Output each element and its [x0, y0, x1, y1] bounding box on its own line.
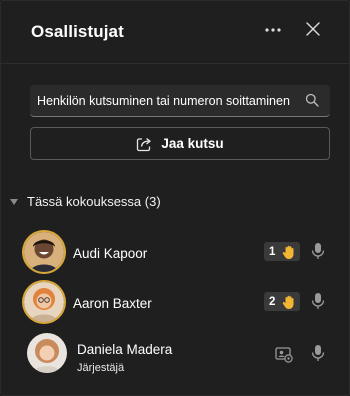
avatar [27, 333, 67, 373]
raised-hand-icon [282, 295, 294, 309]
avatar [24, 232, 64, 272]
microphone-button[interactable] [311, 242, 325, 260]
participant-name: Daniela Madera [77, 342, 173, 357]
more-options-icon [265, 28, 281, 32]
in-meeting-section-header[interactable]: Tässä kokouksessa (3) [9, 194, 161, 209]
hand-order: 1 [269, 245, 276, 258]
participant-row[interactable]: Audi Kapoor 1 [1, 228, 350, 278]
chevron-down-icon [10, 198, 18, 205]
panel-header: Osallistujat [1, 1, 349, 63]
organizer-badge-icon [275, 345, 293, 363]
participant-row[interactable]: Aaron Baxter 2 [1, 278, 350, 328]
share-icon [137, 137, 152, 151]
header-divider [1, 63, 349, 64]
microphone-button[interactable] [311, 344, 325, 362]
invite-search-input[interactable] [37, 85, 299, 116]
share-invite-button[interactable]: Jaa kutsu [30, 127, 330, 160]
invite-search-box[interactable] [30, 85, 330, 117]
raised-hand-badge: 2 [264, 292, 300, 311]
more-options-button[interactable] [259, 17, 287, 43]
microphone-icon [311, 243, 325, 259]
microphone-button[interactable] [311, 292, 325, 310]
search-icon [305, 93, 321, 109]
raised-hand-badge: 1 [264, 242, 300, 261]
avatar [24, 282, 64, 322]
microphone-icon [311, 293, 325, 309]
microphone-icon [311, 345, 325, 361]
participants-panel: Osallistujat Jaa [0, 0, 350, 396]
participant-row[interactable]: Daniela Madera Järjestäjä [1, 328, 350, 378]
panel-title: Osallistujat [31, 22, 124, 41]
close-icon [306, 22, 320, 36]
participant-name: Aaron Baxter [73, 296, 152, 311]
close-button[interactable] [300, 16, 326, 42]
hand-order: 2 [269, 295, 276, 308]
participant-role: Järjestäjä [77, 362, 125, 374]
share-invite-label: Jaa kutsu [161, 136, 224, 151]
participant-name: Audi Kapoor [73, 246, 148, 261]
section-label: Tässä kokouksessa (3) [27, 194, 161, 209]
raised-hand-icon [282, 245, 294, 259]
